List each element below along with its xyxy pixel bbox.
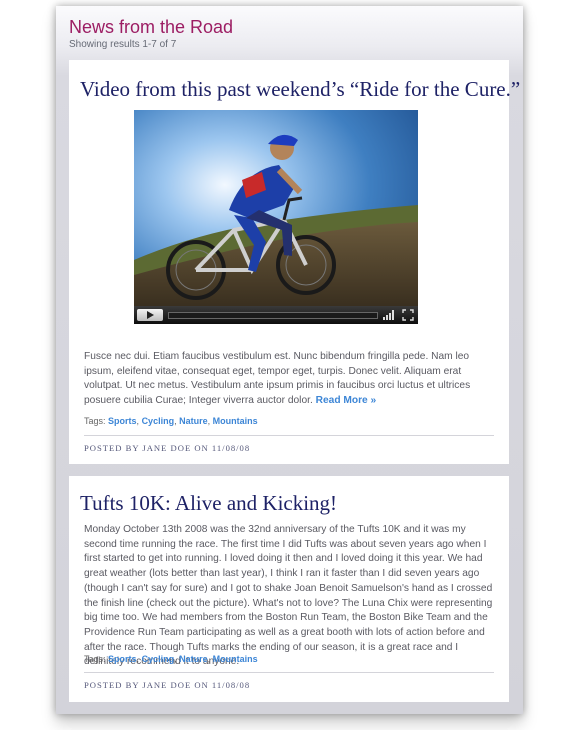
- post-byline: POSTED BY JANE DOE ON 11/08/08: [84, 680, 251, 690]
- video-progress-bar[interactable]: [168, 312, 378, 319]
- post-excerpt: Fusce nec dui. Etiam faucibus vestibulum…: [84, 350, 494, 409]
- video-thumbnail: [134, 110, 418, 324]
- volume-icon[interactable]: [383, 310, 397, 320]
- tag-list: Tags: Sports, Cycling, Nature, Mountains: [84, 416, 258, 426]
- play-icon[interactable]: [137, 309, 163, 321]
- site-title: News from the Road: [69, 17, 234, 37]
- post-title-link[interactable]: Tufts 10K: Alive and Kicking!: [80, 491, 337, 516]
- read-more-link[interactable]: Read More »: [316, 395, 377, 406]
- tag-link-nature[interactable]: Nature: [179, 654, 208, 664]
- post-body: Monday October 13th 2008 was the 32nd an…: [84, 524, 493, 668]
- tags-label: Tags:: [84, 654, 106, 664]
- tag-list: Tags: Sports, Cycling, Nature, Mountains: [84, 654, 258, 664]
- news-panel: News from the Road Showing results 1-7 o…: [56, 6, 523, 714]
- post-card: Video from this past weekend’s “Ride for…: [69, 60, 520, 464]
- tag-link-cycling[interactable]: Cycling: [142, 654, 175, 664]
- post-excerpt-text: Fusce nec dui. Etiam faucibus vestibulum…: [84, 351, 471, 407]
- results-count: Showing results 1-7 of 7: [69, 39, 177, 50]
- tag-link-sports[interactable]: Sports: [108, 416, 137, 426]
- post-title-link[interactable]: Video from this past weekend’s “Ride for…: [80, 77, 520, 102]
- tag-link-cycling[interactable]: Cycling: [142, 416, 175, 426]
- tag-link-mountains[interactable]: Mountains: [213, 416, 258, 426]
- tags-label: Tags:: [84, 416, 106, 426]
- tag-link-mountains[interactable]: Mountains: [213, 654, 258, 664]
- divider: [84, 672, 494, 673]
- post-byline: POSTED BY JANE DOE ON 11/08/08: [84, 443, 251, 453]
- divider: [84, 435, 494, 436]
- tag-link-nature[interactable]: Nature: [179, 416, 208, 426]
- video-controls: [134, 306, 418, 324]
- post-card: Tufts 10K: Alive and Kicking! Monday Oct…: [69, 476, 509, 702]
- fullscreen-icon[interactable]: [402, 309, 414, 321]
- tag-link-sports[interactable]: Sports: [108, 654, 137, 664]
- video-player[interactable]: [134, 110, 418, 324]
